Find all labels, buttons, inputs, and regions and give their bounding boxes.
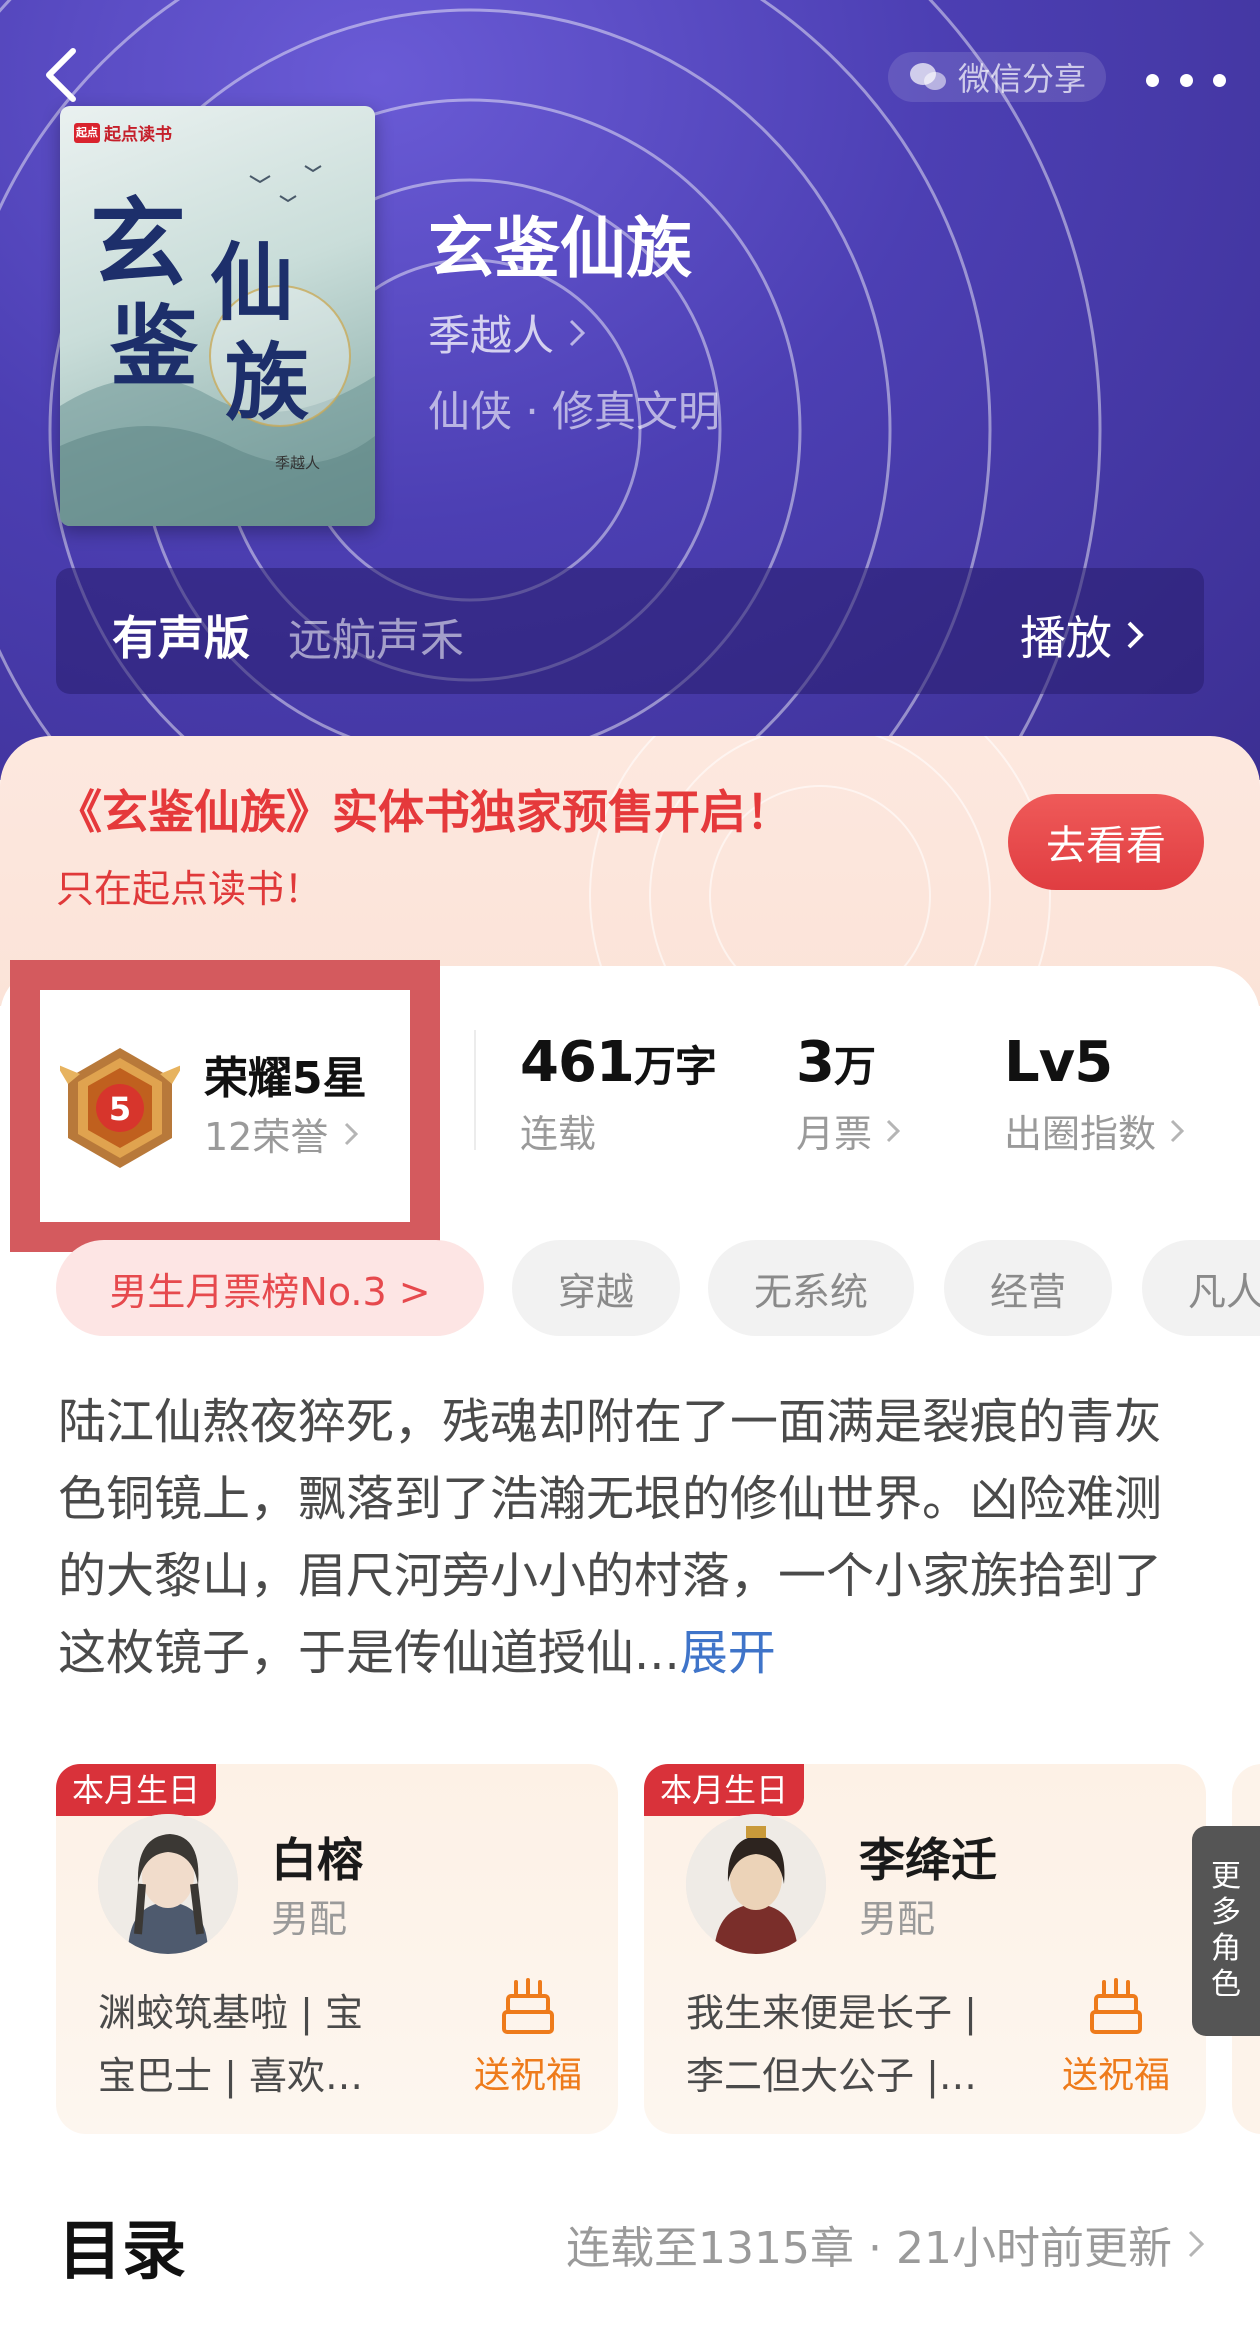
avatar <box>98 1814 238 1954</box>
character-role: 男配 <box>271 1897 348 1941</box>
promo-go-button[interactable]: 去看看 <box>1008 794 1204 890</box>
author-link[interactable]: 季越人 <box>428 302 586 363</box>
tag-fanren[interactable]: 凡人 <box>1142 1240 1260 1336</box>
character-portrait <box>98 1814 238 1954</box>
avatar <box>686 1814 826 1954</box>
book-header: 微信分享 起点 起点读书 玄 鉴 仙 族 季越人 玄鉴仙族 季越人 仙侠 · 修真… <box>0 0 1260 780</box>
birthday-cake-icon <box>1090 1978 1142 2034</box>
character-card[interactable]: 本月生日 白榕 男配 渊蛟筑基啦 | 宝 宝巴士 | 喜欢… 送祝福 <box>56 1764 618 2134</box>
wechat-share-button[interactable]: 微信分享 <box>888 52 1106 102</box>
stat-word-count: 461万字 连载 <box>520 1030 717 1156</box>
wechat-icon <box>909 63 946 90</box>
stats-divider <box>474 1030 476 1150</box>
birthday-badge: 本月生日 <box>56 1764 217 1816</box>
book-genre: 仙侠 · 修真文明 <box>428 387 721 436</box>
chevron-right-icon <box>569 319 586 346</box>
stat-monthly-votes[interactable]: 3万 月票 <box>796 1030 901 1158</box>
toc-link[interactable]: 连载至1315章 · 21小时前更新 <box>566 2212 1204 2276</box>
tag-ranking[interactable]: 男生月票榜No.3 > <box>56 1240 484 1336</box>
back-arrow-icon <box>46 48 76 102</box>
synopsis-text: 陆江仙熬夜猝死，残魂却附在了一面满是裂痕的青灰色铜镜上，飘落到了浩瀚无垠的修仙世… <box>58 1394 1163 1681</box>
promo-title: 《玄鉴仙族》实体书独家预售开启！ <box>56 785 792 839</box>
audio-label: 有声版 <box>112 611 250 665</box>
audio-narrator: 远航声禾 <box>288 615 464 666</box>
character-desc: 渊蛟筑基啦 | 宝 宝巴士 | 喜欢… <box>98 1991 363 2098</box>
honor-stats[interactable]: 5 荣耀5星 12荣誉 <box>40 994 410 1218</box>
author-name: 季越人 <box>428 311 555 360</box>
character-name: 李绛迁 <box>859 1833 997 1887</box>
honor-title: 荣耀5星 <box>204 1053 367 1104</box>
play-label: 播放 <box>1020 611 1112 665</box>
more-dots-icon <box>1146 73 1159 87</box>
chevron-right-icon <box>1188 2230 1204 2258</box>
promo-subtitle: 只在起点读书！ <box>56 867 323 911</box>
chevron-right-icon <box>1127 621 1144 649</box>
birthday-badge: 本月生日 <box>644 1764 805 1816</box>
bless-label: 送祝福 <box>473 2055 582 2096</box>
back-button[interactable] <box>36 40 86 110</box>
chevron-right-icon <box>345 1122 359 1145</box>
character-name: 白榕 <box>271 1833 363 1887</box>
character-portrait <box>686 1814 826 1954</box>
chevron-right-icon <box>1170 1119 1185 1142</box>
stat-influence-index[interactable]: Lv5 出圈指数 <box>1004 1030 1185 1158</box>
send-blessing-button[interactable]: 送祝福 <box>1056 1976 1176 2098</box>
birthday-cake-icon <box>502 1978 554 2034</box>
send-blessing-button[interactable]: 送祝福 <box>468 1976 588 2098</box>
tag-jingying[interactable]: 经营 <box>944 1240 1112 1336</box>
bless-label: 送祝福 <box>1061 2055 1170 2096</box>
toc-update-info: 连载至1315章 · 21小时前更新 <box>566 2223 1172 2274</box>
character-desc: 我生来便是长子 | 李二但大公子 |… <box>686 1991 977 2098</box>
book-title: 玄鉴仙族 <box>428 210 692 287</box>
more-characters-button[interactable]: 更 多 角 色 <box>1192 1826 1260 2036</box>
tag-row: 男生月票榜No.3 > 穿越 无系统 经营 凡人 <box>56 1240 1260 1340</box>
character-card[interactable]: 本月生日 李绛迁 男配 我生来便是长子 | 李二但大公子 |… 送祝福 <box>644 1764 1206 2134</box>
medal-level: 5 <box>109 1090 131 1128</box>
honor-medal-icon: 5 <box>60 1048 180 1168</box>
cover-author: 季越人 <box>275 454 321 472</box>
audio-version-bar[interactable]: 有声版 远航声禾 播放 <box>56 568 1204 694</box>
cover-brand: 起点 起点读书 <box>74 120 172 145</box>
more-menu-button[interactable] <box>1146 60 1226 100</box>
chevron-right-icon <box>886 1119 901 1142</box>
cover-title-char: 鉴 <box>110 294 199 398</box>
toc-title: 目录 <box>58 2215 186 2289</box>
share-label: 微信分享 <box>957 60 1086 98</box>
tag-chuanyue[interactable]: 穿越 <box>512 1240 680 1336</box>
cover-title-char: 族 <box>225 333 310 432</box>
play-button[interactable]: 播放 <box>1020 602 1144 668</box>
tag-wuxitong[interactable]: 无系统 <box>708 1240 914 1336</box>
book-cover[interactable]: 起点 起点读书 玄 鉴 仙 族 季越人 <box>60 106 375 526</box>
expand-link[interactable]: 展开 <box>680 1625 776 1681</box>
book-synopsis[interactable]: 陆江仙熬夜猝死，残魂却附在了一面满是裂痕的青灰色铜镜上，飘落到了浩瀚无垠的修仙世… <box>58 1384 1208 1692</box>
honor-count: 12荣誉 <box>204 1106 359 1161</box>
character-role: 男配 <box>859 1897 936 1941</box>
